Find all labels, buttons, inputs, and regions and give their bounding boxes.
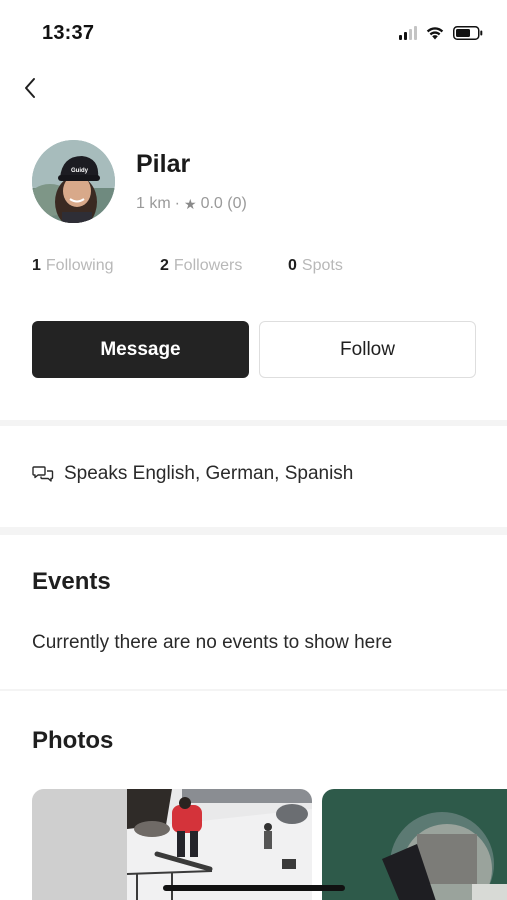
stat-spots[interactable]: 0 Spots [288, 257, 343, 275]
status-icons [399, 25, 483, 40]
rating-text: 0.0 (0) [200, 195, 247, 212]
wifi-icon [426, 27, 444, 40]
chat-bubbles-icon [32, 466, 54, 482]
stat-following[interactable]: 1 Following [32, 257, 160, 275]
photo-thumbnail[interactable] [322, 789, 507, 900]
profile-meta: 1 km · ★ 0.0 (0) [136, 195, 247, 213]
cellular-signal-icon [399, 25, 417, 40]
stat-count: 2 [160, 257, 169, 274]
stats-row: 1 Following 2 Followers 0 Spots [32, 257, 343, 275]
star-icon: ★ [184, 195, 197, 212]
stat-followers[interactable]: 2 Followers [160, 257, 288, 275]
photos-title: Photos [32, 727, 114, 754]
profile-name: Pilar [136, 150, 191, 178]
profile-header: Guidy Pilar 1 km · ★ 0.0 (0) [32, 140, 482, 224]
events-title: Events [32, 568, 111, 595]
stat-count: 0 [288, 257, 297, 274]
stat-count: 1 [32, 257, 41, 274]
battery-icon [453, 25, 483, 40]
section-divider [0, 527, 507, 535]
stat-label: Spots [301, 257, 343, 274]
status-bar: 13:37 [0, 0, 507, 64]
stat-label: Following [45, 257, 114, 274]
avatar[interactable]: Guidy [32, 140, 115, 223]
status-time: 13:37 [42, 22, 95, 44]
follow-button[interactable]: Follow [259, 321, 476, 378]
message-button[interactable]: Message [32, 321, 249, 378]
home-indicator [163, 885, 345, 891]
chevron-left-icon [25, 78, 35, 98]
photo-thumbnail[interactable] [32, 789, 312, 900]
events-empty-text: Currently there are no events to show he… [32, 632, 393, 653]
section-divider [0, 420, 507, 426]
meta-separator: · [174, 195, 180, 212]
stat-label: Followers [173, 257, 243, 274]
distance-text: 1 km [136, 195, 171, 212]
back-button[interactable] [14, 72, 46, 104]
languages-text: Speaks English, German, Spanish [64, 463, 354, 484]
section-divider [0, 689, 507, 691]
svg-text:Guidy: Guidy [71, 168, 89, 174]
languages-row: Speaks English, German, Spanish [32, 463, 353, 485]
